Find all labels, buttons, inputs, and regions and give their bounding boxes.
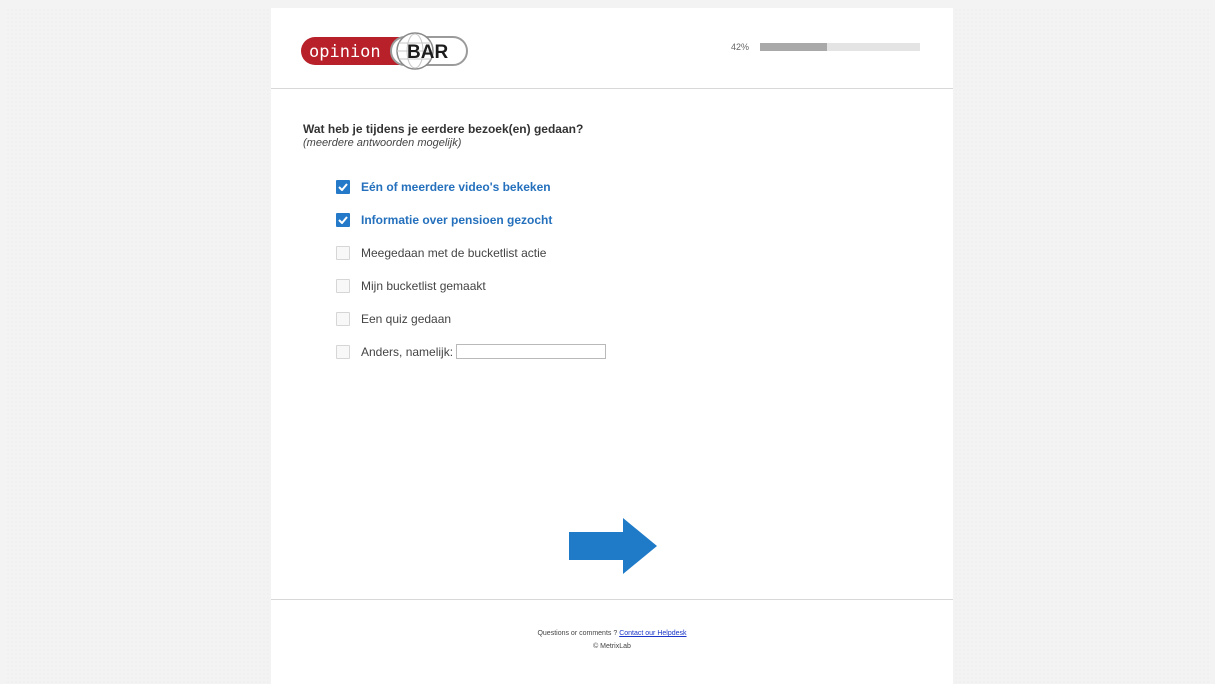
checkmark-icon	[338, 182, 348, 191]
option-pensioen-gezocht[interactable]: Informatie over pensioen gezocht	[336, 203, 606, 236]
progress-bar	[760, 43, 920, 51]
arrow-right-icon	[569, 518, 657, 574]
progress-bar-fill	[760, 43, 828, 51]
copyright: © MetrixLab	[593, 643, 631, 650]
helpdesk-link[interactable]: Contact our Helpdesk	[619, 630, 686, 637]
option-bucketlist-gemaakt[interactable]: Mijn bucketlist gemaakt	[336, 269, 606, 302]
checkbox-unchecked[interactable]	[336, 311, 350, 326]
checkbox-unchecked[interactable]	[336, 278, 350, 293]
page-background: opinion BAR 42% Wat heb je tijdens je ee…	[6, 8, 1209, 684]
checkmark-icon	[338, 215, 348, 224]
footer-question-text: Questions or comments ?	[537, 630, 618, 637]
option-label: Anders, namelijk:	[361, 344, 454, 359]
option-label: Een quiz gedaan	[361, 311, 452, 326]
logo-text-left: opinion	[309, 42, 381, 62]
option-videos-bekeken[interactable]: Eén of meerdere video's bekeken	[336, 170, 606, 203]
option-anders[interactable]: Anders, namelijk:	[336, 335, 607, 368]
checkbox-checked[interactable]	[336, 179, 350, 194]
option-bucketlist-actie[interactable]: Meegedaan met de bucketlist actie	[336, 236, 606, 269]
option-label: Meegedaan met de bucketlist actie	[361, 245, 547, 260]
survey-page: opinion BAR 42% Wat heb je tijdens je ee…	[271, 8, 953, 684]
opinionbar-logo: opinion BAR	[301, 32, 468, 70]
question-subtitle: (meerdere antwoorden mogelijk)	[303, 137, 462, 149]
option-label: Informatie over pensioen gezocht	[361, 212, 553, 227]
question-block: Wat heb je tijdens je eerdere bezoek(en)…	[303, 122, 583, 150]
option-label: Mijn bucketlist gemaakt	[361, 278, 486, 293]
logo-text-right: BAR	[407, 42, 448, 63]
header: opinion BAR 42%	[271, 8, 953, 89]
checkbox-unchecked[interactable]	[336, 245, 350, 260]
option-quiz-gedaan[interactable]: Een quiz gedaan	[336, 302, 606, 335]
checkbox-checked[interactable]	[336, 212, 350, 227]
question-title: Wat heb je tijdens je eerdere bezoek(en)…	[303, 122, 584, 136]
footer: Questions or comments ? Contact our Help…	[271, 599, 953, 684]
checkbox-unchecked[interactable]	[336, 344, 350, 359]
progress-percentage: 42%	[731, 42, 750, 52]
option-label: Eén of meerdere video's bekeken	[361, 179, 551, 194]
anders-text-input[interactable]	[456, 344, 607, 359]
next-button[interactable]	[569, 518, 657, 574]
answer-options: Eén of meerdere video's bekeken Informat…	[336, 170, 607, 368]
